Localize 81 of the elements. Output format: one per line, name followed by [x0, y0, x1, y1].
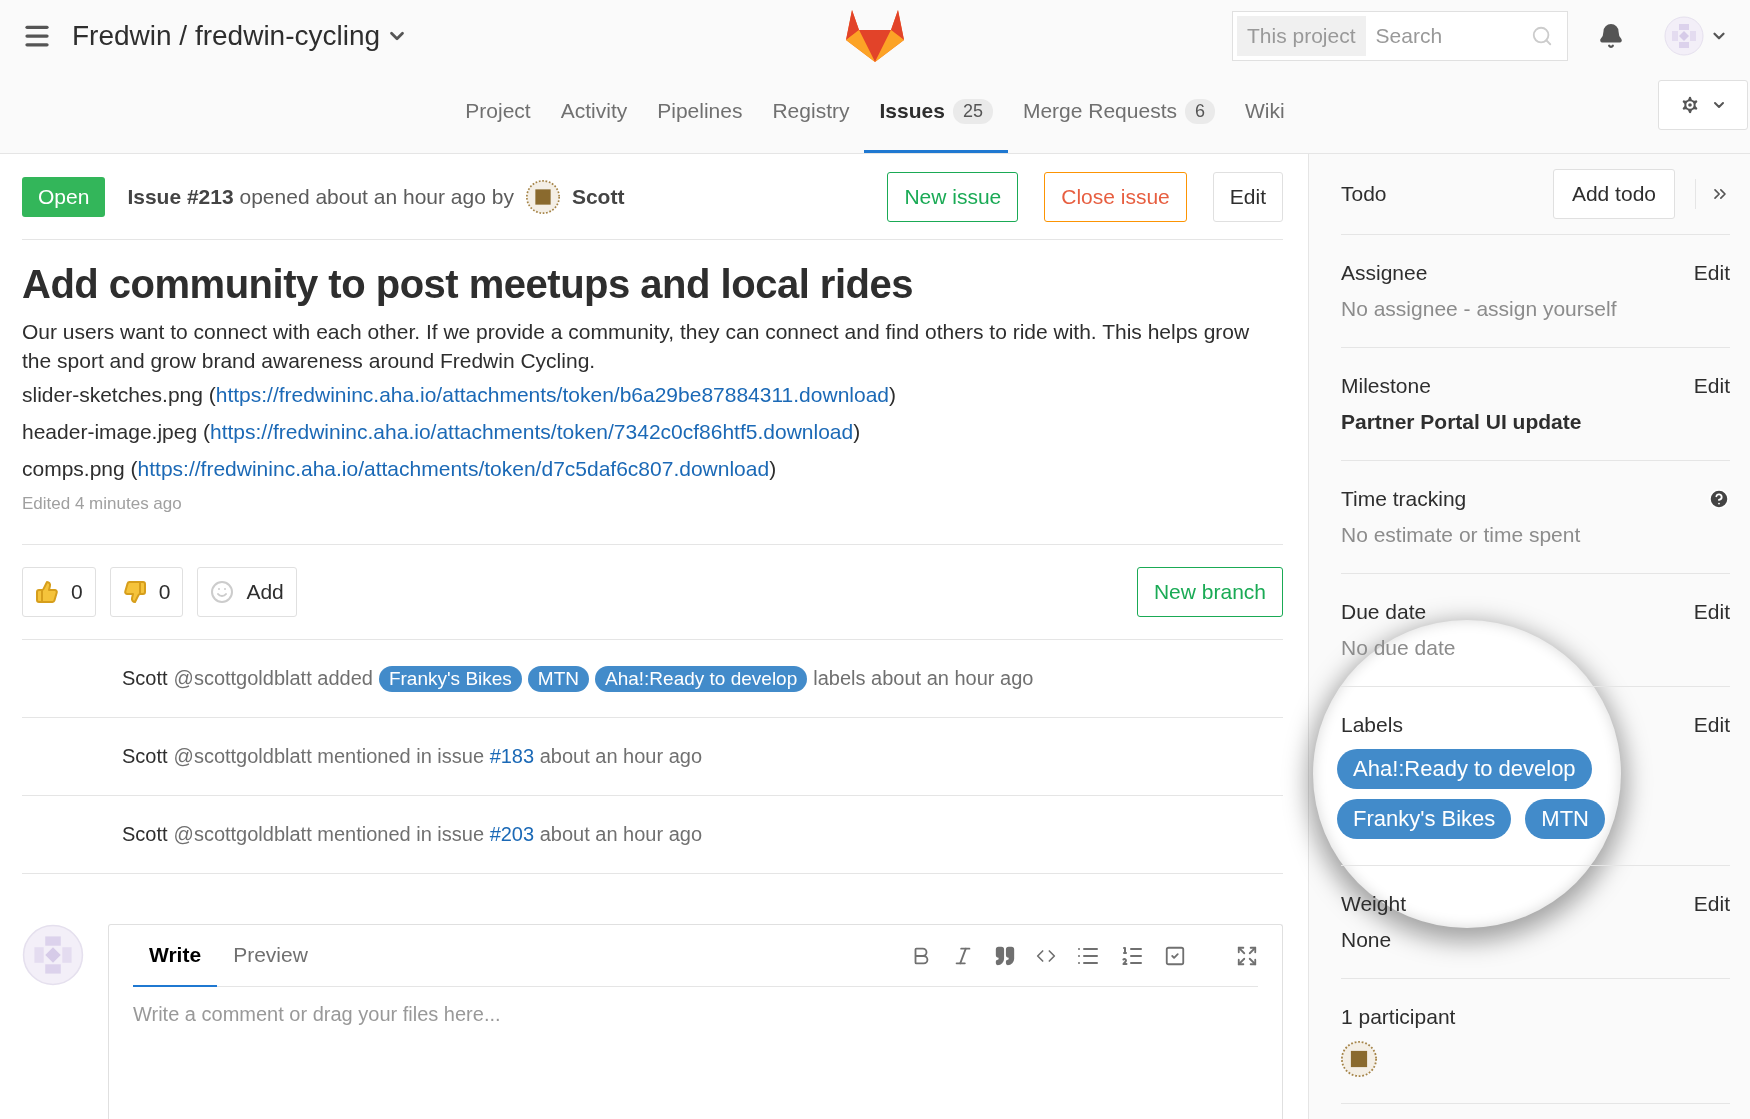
section-title: Due date — [1341, 600, 1427, 624]
smiley-icon — [210, 580, 235, 604]
label-pill[interactable]: MTN — [527, 665, 589, 692]
section-title: Labels — [1341, 713, 1403, 737]
author-avatar — [525, 179, 560, 214]
section-title: Weight — [1341, 892, 1406, 916]
issue-meta: Issue #213 opened about an hour ago by — [127, 184, 514, 209]
editor-tab[interactable]: Preview — [217, 925, 324, 987]
attachment-link[interactable]: https://fredwininc.aha.io/attachments/token/7342c0cf86htf5.download — [209, 420, 854, 443]
author-name[interactable]: Scott — [122, 745, 168, 768]
award-button[interactable]: 0 — [22, 567, 96, 617]
note-text: @scottgoldblatt added — [173, 667, 373, 690]
action-button[interactable]: Edit — [1212, 171, 1283, 222]
add-todo-button[interactable]: Add todo — [1552, 169, 1675, 219]
bell-icon[interactable] — [1598, 23, 1624, 49]
new-branch-button[interactable]: New branch — [1136, 567, 1283, 617]
edited-note: Edited 4 minutes ago — [22, 494, 182, 513]
user-avatar — [1664, 16, 1704, 56]
section-value: None — [1341, 928, 1392, 951]
section-value: Partner Portal UI update — [1341, 410, 1582, 433]
award-button[interactable]: 0 — [109, 567, 184, 617]
author-name[interactable]: Scott — [571, 184, 625, 209]
section-title: Milestone — [1341, 374, 1431, 398]
label-pill[interactable]: Franky's Bikes — [1337, 799, 1512, 839]
nav-tab[interactable]: Issues 25 — [864, 72, 1008, 153]
comment-editor[interactable]: Write Preview Write a comment or drag your files here... — [108, 924, 1283, 1119]
attachment-link[interactable]: https://fredwininc.aha.io/attachments/token/d7c5daf6c807.download — [137, 457, 770, 480]
gear-icon[interactable] — [1679, 94, 1701, 116]
search-input[interactable]: Search — [1373, 23, 1514, 49]
label-pill[interactable]: Aha!:Ready to develop — [595, 665, 808, 692]
nav-tab[interactable]: Pipelines — [642, 72, 758, 153]
nav-tab[interactable]: Project — [450, 72, 546, 153]
issue-description: Our users want to connect with each other. If we provide a community, they can connect and find others to ride with. This helps grow the sport and grow brand awareness around Fredwin Cycling. — [22, 319, 1251, 374]
help-icon[interactable] — [1708, 488, 1730, 510]
issue-link[interactable]: #183 — [489, 745, 535, 767]
label-pill[interactable]: MTN — [1525, 799, 1605, 839]
count-badge: 6 — [1185, 98, 1215, 124]
nav-tab[interactable]: Registry — [757, 72, 865, 153]
section-value[interactable]: No due date — [1341, 636, 1456, 659]
award-button[interactable]: Add — [197, 567, 297, 617]
attachment-link[interactable]: https://fredwininc.aha.io/attachments/token/b6a29be87884311.download — [215, 383, 889, 406]
attachment-line: header-image.jpeg (https://fredwininc.aha.io/attachments/token/7342c0cf86htf5.download) — [22, 420, 862, 444]
fullscreen-icon[interactable] — [1236, 944, 1258, 967]
action-button[interactable]: Close issue — [1044, 171, 1187, 222]
nav-tab[interactable]: Wiki — [1230, 72, 1300, 153]
nav-tab[interactable]: Merge Requests 6 — [1007, 72, 1230, 153]
edit-link[interactable]: Edit — [1693, 713, 1730, 737]
edit-link[interactable]: Edit — [1693, 261, 1730, 285]
action-button[interactable]: New issue — [887, 171, 1019, 222]
section-value[interactable]: No estimate or time spent — [1341, 523, 1581, 546]
edit-link[interactable]: Edit — [1693, 374, 1730, 398]
participant-avatar — [1341, 1041, 1377, 1077]
section-value[interactable]: No assignee - assign yourself — [1341, 297, 1617, 320]
edit-link[interactable]: Edit — [1693, 892, 1730, 916]
note-text: labels about an hour ago — [813, 667, 1034, 690]
note-text: @scottgoldblatt mentioned in issue #183 about an hour ago — [173, 745, 703, 768]
attachment-line: slider-sketches.png (https://fredwininc.aha.io/attachments/token/b6a29be87884311.download) — [22, 383, 897, 407]
checkbox-icon[interactable] — [1164, 944, 1186, 967]
thumbs-down-icon — [122, 580, 147, 604]
section-title: Assignee — [1341, 261, 1428, 285]
settings-dropdown[interactable] — [1658, 80, 1748, 130]
user-avatar — [22, 924, 84, 986]
author-name[interactable]: Scott — [122, 667, 168, 690]
section-title: 1 participant — [1341, 1005, 1456, 1029]
label-pill[interactable]: Aha!:Ready to develop — [1337, 749, 1592, 789]
count-badge: 25 — [952, 98, 993, 124]
attachment-line: comps.png (https://fredwininc.aha.io/attachments/token/d7c5daf6c807.download) — [22, 457, 778, 481]
quote-icon[interactable] — [994, 944, 1016, 967]
thumbs-up-icon — [35, 580, 59, 604]
note-text: @scottgoldblatt mentioned in issue #203 about an hour ago — [173, 823, 703, 846]
issue-title: Add community to post meetups and local rides — [22, 262, 914, 307]
project-path[interactable]: Fredwin / fredwin-cycling — [72, 20, 381, 52]
edit-link[interactable]: Edit — [1693, 600, 1730, 624]
issue-link[interactable]: #203 — [489, 823, 535, 845]
section-title: Time tracking — [1341, 487, 1467, 511]
status-badge: Open — [22, 176, 106, 217]
nav-tab[interactable]: Activity — [545, 72, 643, 153]
section-title: Todo — [1341, 182, 1387, 206]
author-name[interactable]: Scott — [122, 823, 168, 846]
fox-logo[interactable] — [846, 10, 904, 62]
label-pill[interactable]: Franky's Bikes — [378, 665, 522, 692]
